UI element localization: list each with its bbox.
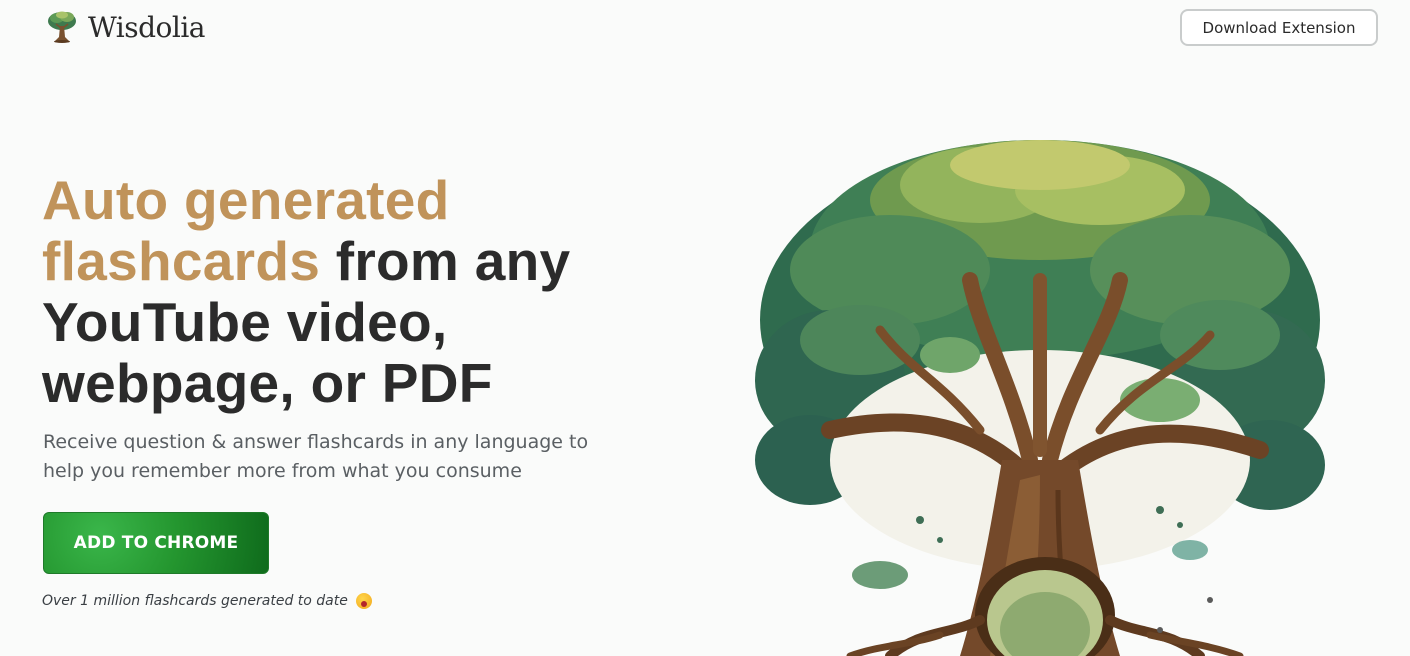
add-to-chrome-button[interactable]: ADD TO CHROME xyxy=(43,512,269,574)
astonished-face-emoji-icon xyxy=(355,593,372,609)
brand-logo[interactable]: Wisdolia xyxy=(46,10,206,44)
hero-headline: Auto generated flashcards from any YouTu… xyxy=(42,170,642,414)
tree-of-knowledge-illustration xyxy=(740,130,1340,656)
download-extension-button[interactable]: Download Extension xyxy=(1180,9,1378,46)
flashcard-counter: Over 1 million flashcards generated to d… xyxy=(42,593,372,609)
tree-icon xyxy=(48,11,76,43)
landing-page: Wisdolia Download Extension Auto generat… xyxy=(0,0,1410,656)
counter-text: Over 1 million flashcards generated to d… xyxy=(42,593,348,609)
brand-name: Wisdolia xyxy=(88,10,206,44)
hero-subtext: Receive question & answer flashcards in … xyxy=(43,431,589,482)
